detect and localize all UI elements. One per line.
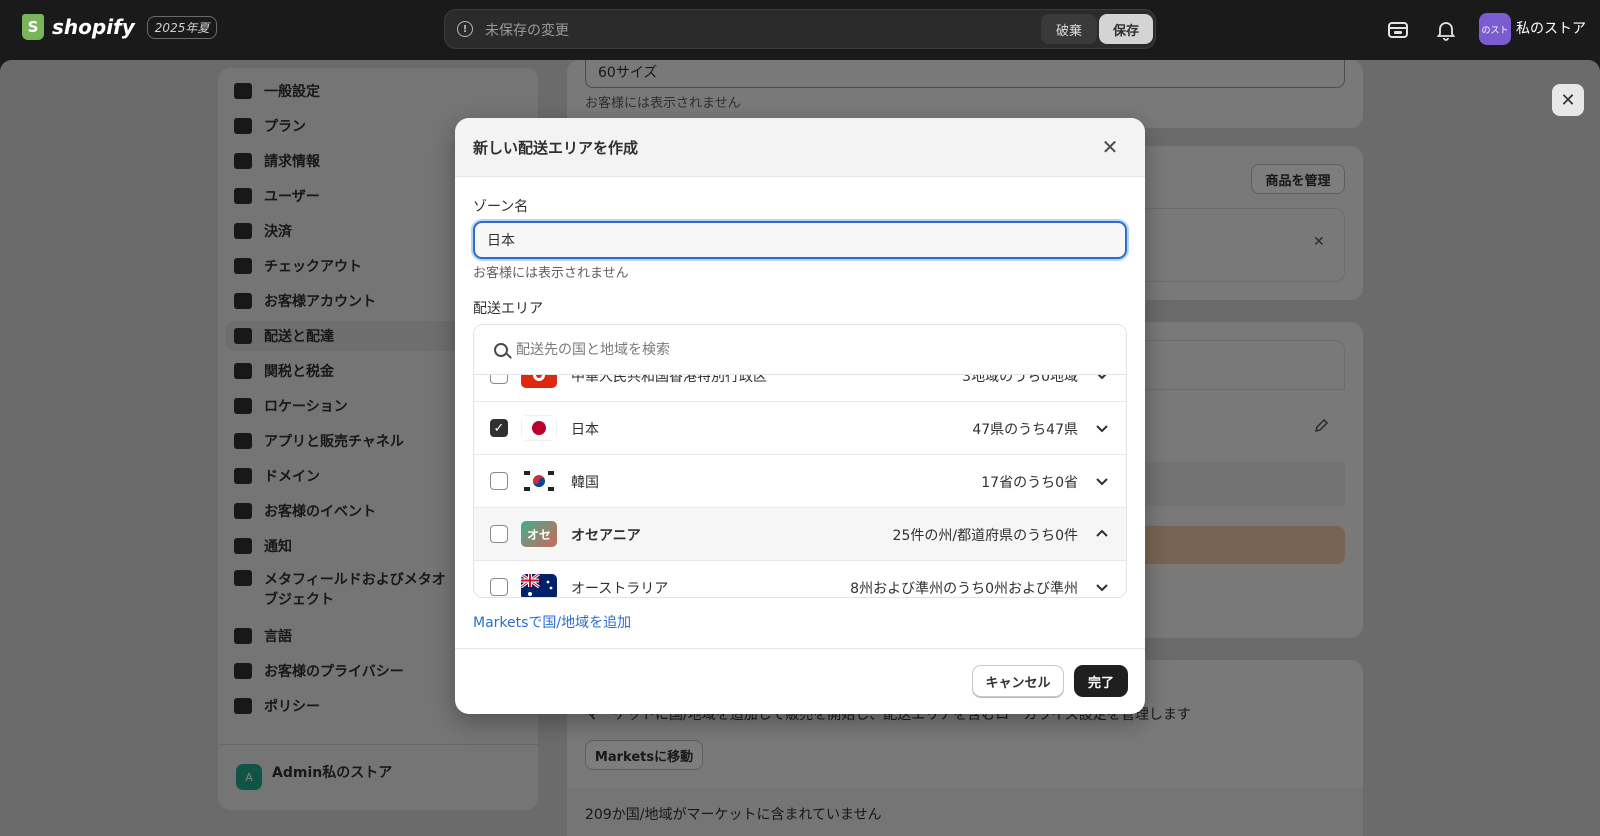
chevron-down-icon[interactable] [1094, 579, 1110, 595]
japan-flag-icon [521, 415, 557, 441]
chevron-up-icon[interactable] [1094, 526, 1110, 542]
list-item[interactable]: 韓国 17省のうち0省 [474, 455, 1126, 508]
store-avatar[interactable]: のスト [1479, 13, 1511, 45]
country-name: オーストラリア [571, 581, 669, 597]
country-name: 日本 [571, 422, 599, 438]
search-icon [494, 343, 508, 357]
done-button[interactable]: 完了 [1074, 665, 1128, 697]
chevron-down-icon[interactable] [1094, 473, 1110, 489]
unsaved-text: 未保存の変更 [485, 23, 569, 39]
list-item[interactable]: オセ オセアニア 25件の州/都道府県のうち0件 [474, 508, 1126, 561]
cancel-button[interactable]: キャンセル [972, 665, 1064, 697]
close-settings-button[interactable]: ✕ [1552, 84, 1584, 116]
region-count: 25件の州/都道府県のうち0件 [892, 528, 1078, 544]
edition-badge[interactable]: 2025年夏 [146, 15, 218, 39]
region-count: 17省のうち0省 [981, 475, 1078, 491]
save-button[interactable]: 保存 [1099, 14, 1153, 44]
region-count: 8州および準州のうち0州および準州 [850, 581, 1078, 597]
modal-header: 新しい配送エリアを作成 ✕ [455, 118, 1145, 177]
discard-button[interactable]: 破棄 [1041, 14, 1097, 44]
checkbox[interactable] [490, 472, 508, 490]
region-badge: オセ [521, 521, 557, 547]
region-name: オセアニア [571, 528, 641, 544]
shopify-logo[interactable]: S shopify 2025年夏 [22, 14, 218, 40]
alert-icon: ! [457, 21, 473, 37]
top-bar: S shopify 2025年夏 ! 未保存の変更 破棄 保存 のスト 私のスト… [0, 0, 1600, 60]
australia-flag-icon [521, 574, 557, 597]
close-icon[interactable]: ✕ [1097, 134, 1123, 160]
korea-flag-icon [521, 468, 557, 494]
list-item[interactable]: ✓ 日本 47県のうち47県 [474, 402, 1126, 455]
modal-footer: キャンセル 完了 [455, 648, 1145, 714]
unsaved-changes-bar: ! 未保存の変更 破棄 保存 [444, 9, 1156, 49]
country-search-input[interactable] [516, 337, 1096, 363]
checkbox[interactable] [490, 578, 508, 596]
logo-text: shopify [52, 15, 135, 39]
zone-name-label: ゾーン名 [473, 199, 529, 215]
list-item[interactable]: オーストラリア 8州および準州のうち0州および準州 [474, 561, 1126, 597]
zone-name-hint: お客様には表示されません [473, 266, 629, 281]
bell-icon[interactable] [1434, 18, 1458, 42]
checkbox[interactable] [490, 525, 508, 543]
country-list: 中華人民共和国香港特別行政区 3地域のうち0地域 ✓ 日本 47県のうち47県 … [473, 324, 1127, 598]
create-shipping-zone-modal: 新しい配送エリアを作成 ✕ ゾーン名 お客様には表示されません 配送エリア 中華… [455, 118, 1145, 714]
shipping-area-label: 配送エリア [473, 301, 543, 317]
shopify-bag-icon: S [22, 14, 44, 40]
zone-name-input[interactable] [473, 221, 1127, 259]
country-name: 韓国 [571, 475, 599, 491]
storefront-icon[interactable] [1386, 18, 1410, 42]
store-name[interactable]: 私のストア [1516, 18, 1586, 38]
chevron-down-icon[interactable] [1094, 420, 1110, 436]
region-count: 47県のうち47県 [972, 422, 1078, 438]
country-search-row [474, 325, 1126, 375]
add-country-markets-link[interactable]: Marketsで国/地域を追加 [473, 612, 631, 632]
modal-title: 新しい配送エリアを作成 [473, 139, 639, 157]
checkbox-checked[interactable]: ✓ [490, 419, 508, 437]
